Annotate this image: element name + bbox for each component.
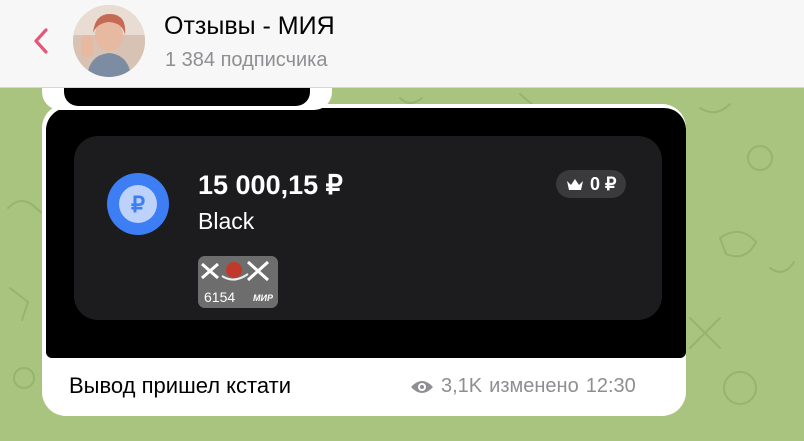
channel-title[interactable]: Отзывы - МИЯ xyxy=(164,12,335,41)
ruble-coin-icon: ₽ xyxy=(107,173,169,235)
message-media[interactable]: ₽ 15 000,15 ₽ Black 0 ₽ 6154 МИР xyxy=(46,108,686,358)
message-bubble[interactable]: ₽ 15 000,15 ₽ Black 0 ₽ 6154 МИР Вывод п… xyxy=(42,104,686,416)
card-name: Black xyxy=(198,208,255,234)
chevron-left-icon xyxy=(34,28,48,54)
edited-label: изменено xyxy=(489,375,579,397)
message-text: Вывод пришел кстати xyxy=(69,373,291,398)
avatar-photo xyxy=(73,5,145,77)
message-meta: 3,1K изменено 12:30 xyxy=(410,375,636,398)
crown-icon xyxy=(567,179,583,190)
view-count: 3,1K xyxy=(441,375,483,397)
chat-header: Отзывы - МИЯ 1 384 подписчика xyxy=(0,0,804,88)
subscriber-count: 1 384 подписчика xyxy=(165,49,328,71)
balance-amount: 15 000,15 ₽ xyxy=(198,170,343,200)
svg-text:₽: ₽ xyxy=(131,192,145,217)
eye-icon xyxy=(411,380,433,393)
back-button[interactable] xyxy=(24,24,58,58)
message-time: 12:30 xyxy=(585,375,636,397)
badge-value: 0 ₽ xyxy=(590,173,617,194)
mini-card-thumbnail: 6154 МИР xyxy=(198,256,278,308)
channel-avatar[interactable] xyxy=(73,5,145,77)
cashback-badge: 0 ₽ xyxy=(556,170,627,198)
balance-card: ₽ 15 000,15 ₽ Black 0 ₽ 6154 МИР xyxy=(74,136,662,320)
mini-card-number: 6154 xyxy=(204,289,236,305)
mir-logo: МИР xyxy=(253,293,273,303)
